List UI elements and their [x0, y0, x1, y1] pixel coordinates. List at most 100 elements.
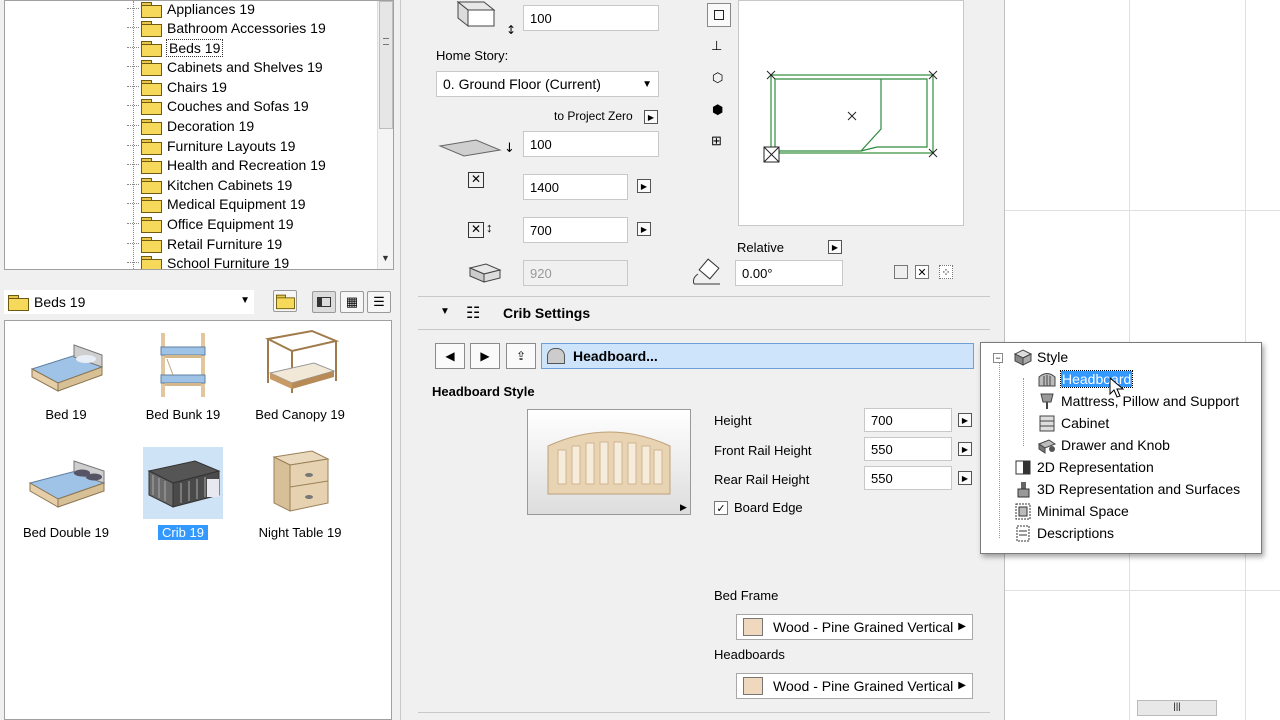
popup-node-cabinet[interactable]: Cabinet [1037, 413, 1109, 433]
width-arrow-button[interactable]: ▶ [637, 179, 651, 193]
headboards-label: Headboards [714, 647, 785, 662]
bed-thumbnail [26, 329, 106, 401]
view-small-icons-button[interactable]: ▦ [340, 291, 364, 313]
previous-page-button[interactable]: ◀ [435, 343, 465, 369]
to-project-zero-arrow-button[interactable]: ▶ [644, 110, 658, 124]
tree-folder-cabinets[interactable]: Cabinets and Shelves 19 [127, 57, 323, 76]
3d-representation-icon [1013, 480, 1033, 498]
top-offset-field[interactable]: 100 [523, 5, 659, 31]
tree-folder-bathroom[interactable]: Bathroom Accessories 19 [127, 18, 326, 37]
tree-folder-beds[interactable]: Beds 19 [127, 38, 224, 57]
tree-guide-line [133, 1, 134, 269]
headboards-material-value: Wood - Pine Grained Vertical [773, 678, 954, 694]
board-edge-label: Board Edge [734, 500, 803, 515]
rotation-angle-field[interactable]: 0.00° [735, 260, 843, 286]
crib-settings-section-header[interactable]: ▼ ☷ Crib Settings [418, 296, 990, 330]
popup-node-mattress[interactable]: Mattress, Pillow and Support [1037, 391, 1239, 411]
triangle-right-icon: ▶ [480, 349, 490, 363]
collapse-icon[interactable]: − [993, 353, 1003, 363]
param-front-rail-label: Front Rail Height [714, 443, 812, 458]
page-up-button[interactable]: ⇪ [506, 343, 536, 369]
tree-scroll-thumb[interactable] [379, 1, 393, 129]
tree-folder-office[interactable]: Office Equipment 19 [127, 214, 294, 233]
folder-icon [141, 216, 162, 233]
depth-field[interactable]: 700 [523, 217, 628, 243]
popup-node-3d-representation[interactable]: 3D Representation and Surfaces [1013, 479, 1240, 499]
page-picker-dropdown[interactable]: Headboard... [541, 343, 974, 369]
board-edge-checkbox[interactable]: ✓ [714, 501, 728, 515]
tree-folder-health[interactable]: Health and Recreation 19 [127, 155, 326, 174]
headboards-material-picker[interactable]: Wood - Pine Grained Vertical ▶ [736, 673, 973, 699]
tree-folder-retail[interactable]: Retail Furniture 19 [127, 234, 282, 253]
tree-folder-school[interactable]: School Furniture 19 [127, 253, 289, 269]
view-list-button[interactable]: ☰ [367, 291, 391, 313]
collapse-triangle-icon[interactable]: ▼ [440, 306, 450, 317]
param-front-rail-value: 550 [871, 441, 893, 457]
folder-label: Medical Equipment 19 [167, 195, 306, 212]
parent-folder-button[interactable] [273, 290, 297, 312]
height-value: 920 [530, 265, 552, 281]
horizontal-scroll-thumb[interactable]: ||| [1137, 700, 1217, 716]
bed-frame-material-picker[interactable]: Wood - Pine Grained Vertical ▶ [736, 614, 973, 640]
up-level-icon: ⇪ [515, 349, 527, 363]
tree-folder-furniture-layouts[interactable]: Furniture Layouts 19 [127, 136, 295, 155]
param-rear-rail-field[interactable]: 550 [864, 466, 952, 490]
depth-arrow-button[interactable]: ▶ [637, 222, 651, 236]
view-large-icons-button[interactable] [312, 291, 336, 313]
mirror-none-toggle[interactable] [894, 265, 908, 279]
home-story-dropdown[interactable]: 0. Ground Floor (Current) ▼ [436, 71, 659, 97]
item-label: Bed Canopy 19 [255, 407, 345, 422]
popup-node-descriptions[interactable]: Descriptions [1013, 523, 1114, 543]
tree-folder-decoration[interactable]: Decoration 19 [127, 116, 255, 135]
tree-folder-kitchen[interactable]: Kitchen Cabinets 19 [127, 175, 293, 194]
param-rear-rail-arrow-button[interactable]: ▶ [958, 471, 972, 485]
param-height-arrow-button[interactable]: ▶ [958, 413, 972, 427]
floor-plan-view-button[interactable] [707, 3, 731, 27]
param-front-rail-field[interactable]: 550 [864, 437, 952, 461]
folder-label: Cabinets and Shelves 19 [167, 58, 323, 75]
param-height-field[interactable]: 700 [864, 408, 952, 432]
relative-arrow-button[interactable]: ▶ [828, 240, 842, 254]
tree-folder-appliances[interactable]: Appliances 19 [127, 1, 255, 18]
width-icon: ✕ [468, 172, 484, 188]
library-item-night-table[interactable]: Night Table 19 [241, 447, 359, 540]
library-item-bed-double[interactable]: Bed Double 19 [7, 447, 125, 540]
library-item-bed-canopy[interactable]: Bed Canopy 19 [241, 329, 359, 422]
library-item-crib[interactable]: Crib 19 [124, 447, 242, 540]
item-label: Bed Double 19 [22, 525, 109, 540]
folder-label: Kitchen Cabinets 19 [167, 176, 293, 193]
elevation-field[interactable]: 100 [523, 131, 659, 157]
library-item-bed-bunk[interactable]: Bed Bunk 19 [124, 329, 242, 422]
library-item-bed[interactable]: Bed 19 [7, 329, 125, 422]
width-field[interactable]: 1400 [523, 174, 628, 200]
current-folder-dropdown[interactable]: Beds 19 ▼ [4, 290, 254, 314]
3d-wire-icon[interactable]: ⬡ [712, 70, 723, 86]
scroll-down-arrow-icon[interactable]: ▼ [381, 253, 390, 263]
elevation-view-icon[interactable]: ⊞ [711, 133, 722, 149]
depth-value: 700 [530, 222, 552, 238]
folder-icon [141, 59, 162, 76]
tree-folder-chairs[interactable]: Chairs 19 [127, 77, 227, 96]
tree-folder-couches[interactable]: Couches and Sofas 19 [127, 96, 309, 115]
3d-solid-icon[interactable]: ⬢ [712, 102, 723, 118]
item-label: Bed 19 [45, 407, 87, 422]
node-label: Style [1037, 349, 1069, 365]
tree-folder-medical[interactable]: Medical Equipment 19 [127, 194, 306, 213]
triangle-right-icon: ▶ [958, 621, 966, 632]
param-rear-rail-label: Rear Rail Height [714, 472, 810, 487]
folder-tree[interactable]: Appliances 19 Bathroom Accessories 19 Be… [4, 0, 394, 270]
popup-node-minimal-space[interactable]: Minimal Space [1013, 501, 1129, 521]
popup-node-2d-representation[interactable]: 2D Representation [1013, 457, 1154, 477]
folder-label: Couches and Sofas 19 [167, 97, 309, 114]
item-label: Night Table 19 [258, 525, 342, 540]
section-view-icon[interactable]: ⊥ [711, 38, 722, 54]
folder-label: Decoration 19 [167, 117, 255, 134]
drawer-knob-icon [1037, 436, 1057, 454]
mirror-dotted-toggle[interactable]: ⁘ [939, 265, 953, 279]
popup-node-drawer[interactable]: Drawer and Knob [1037, 435, 1170, 455]
param-front-rail-arrow-button[interactable]: ▶ [958, 442, 972, 456]
headboard-style-picker[interactable]: ▶ [527, 409, 691, 515]
next-page-button[interactable]: ▶ [470, 343, 500, 369]
popup-node-style[interactable]: Style [1013, 347, 1068, 367]
mirror-x-toggle[interactable]: ✕ [915, 265, 929, 279]
